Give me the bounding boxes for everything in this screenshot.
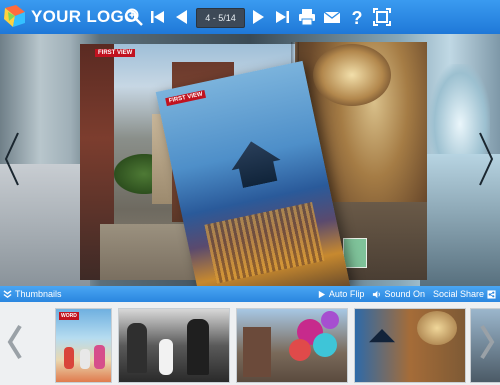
double-chevron-down-icon: [3, 289, 12, 298]
sound-button[interactable]: Sound On: [372, 289, 425, 299]
share-icon: [487, 289, 496, 299]
social-share-button[interactable]: Social Share: [433, 289, 496, 299]
thumbnail-page-2-3[interactable]: [118, 308, 230, 383]
thumbnail-bar: Thumbnails Auto Flip Sound On Social Sha…: [0, 286, 500, 302]
question-mark-icon: ?: [352, 8, 363, 27]
fullscreen-icon: [373, 8, 391, 26]
skip-forward-icon: [276, 11, 289, 23]
page-tag: FIRST VIEW: [95, 49, 136, 57]
page-photo-reflection: [204, 202, 325, 284]
email-button[interactable]: [322, 7, 342, 27]
thumbnail-figure: [159, 339, 173, 375]
page-number-field[interactable]: 4 - 5/14: [196, 8, 245, 28]
thumbnails-label: Thumbnails: [15, 289, 62, 299]
skip-back-icon: [151, 11, 164, 23]
thumbnails-toggle[interactable]: Thumbnails: [3, 289, 62, 299]
thumbnails-prev-icon[interactable]: [4, 322, 26, 362]
thumbnail-page-4-5[interactable]: [236, 308, 348, 383]
svg-text:?: ?: [352, 8, 363, 27]
first-page-button[interactable]: [148, 7, 168, 27]
thumbnail-balloon: [289, 339, 311, 361]
page-photo-dome: [313, 44, 391, 106]
fullscreen-button[interactable]: [372, 7, 392, 27]
auto-flip-label: Auto Flip: [328, 289, 365, 299]
page-tag: FIRST VIEW: [165, 89, 207, 107]
thumbnail-tag: WORD: [59, 312, 79, 320]
triangle-left-icon: [176, 10, 187, 24]
thumbnail-strip: WORD: [0, 302, 500, 385]
social-share-label: Social Share: [432, 289, 484, 299]
printer-icon: [299, 9, 315, 26]
previous-page-button[interactable]: [172, 7, 192, 27]
magnifier-icon: [125, 8, 143, 26]
next-arrow-icon[interactable]: [476, 129, 496, 189]
page-photo-sign: [343, 238, 367, 268]
help-button[interactable]: ?: [347, 7, 367, 27]
thumbnail-page-6-7[interactable]: [354, 308, 466, 383]
triangle-right-icon: [253, 10, 264, 24]
thumbnail-gazebo: [369, 329, 395, 343]
logo-text: YOUR LOGO: [31, 7, 138, 26]
last-page-button[interactable]: [272, 7, 292, 27]
thumbnail-balloon: [321, 311, 339, 329]
thumbnail-dome: [417, 311, 457, 345]
envelope-icon: [323, 11, 341, 23]
top-toolbar: YOUR LOGO 4 - 5/14 ?: [0, 0, 500, 34]
prev-arrow-icon[interactable]: [2, 129, 22, 189]
page-photo-gazebo: [227, 136, 285, 189]
next-page-button[interactable]: [248, 7, 268, 27]
speaker-icon: [373, 290, 381, 298]
thumbnail-figure: [127, 323, 147, 373]
thumbnail-figure: [187, 319, 209, 375]
thumbnail-figure: [80, 349, 90, 369]
thumbnail-figure: [94, 345, 105, 369]
flipbook-stage: FIRST VIEW FIRST VIEW: [0, 34, 500, 286]
sound-label: Sound On: [384, 289, 425, 299]
auto-flip-button[interactable]: Auto Flip: [317, 289, 365, 299]
play-icon: [318, 290, 326, 298]
thumbnail-figure: [64, 347, 74, 369]
logo-icon: [4, 5, 25, 27]
print-button[interactable]: [297, 7, 317, 27]
thumbnails-next-icon[interactable]: [476, 322, 498, 362]
thumbnail-page-1[interactable]: WORD: [55, 308, 112, 383]
thumbnail-balloon: [313, 333, 337, 357]
thumbnail-building: [243, 327, 271, 377]
zoom-in-button[interactable]: [124, 7, 144, 27]
